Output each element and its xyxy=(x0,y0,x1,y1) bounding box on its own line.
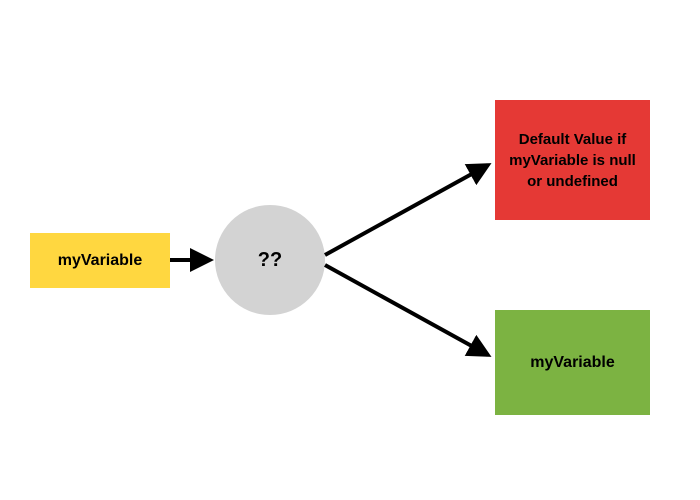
arrow-operator-to-value xyxy=(325,265,488,355)
arrow-operator-to-nullish xyxy=(325,165,488,255)
input-variable-box: myVariable xyxy=(30,233,170,288)
nullish-coalescing-operator: ?? xyxy=(215,205,325,315)
output-default-value-box: Default Value if myVariable is null or u… xyxy=(495,100,650,220)
output-variable-box: myVariable xyxy=(495,310,650,415)
